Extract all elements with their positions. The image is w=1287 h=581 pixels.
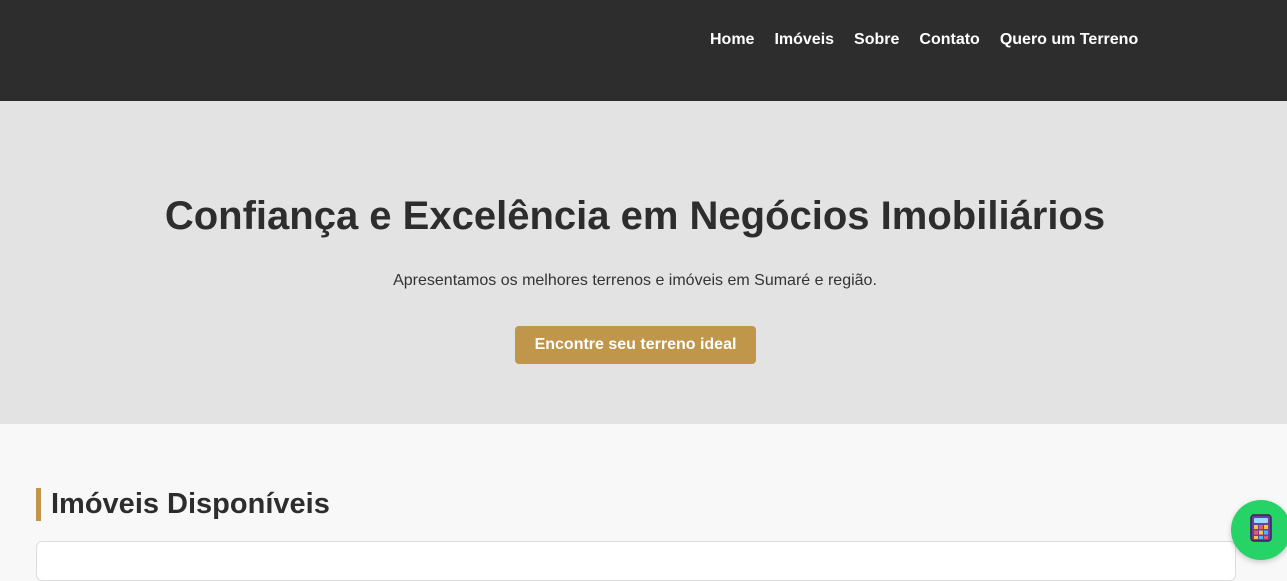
hero-title: Confiança e Excelência em Negócios Imobi… — [164, 194, 1106, 238]
hero-section: Confiança e Excelência em Negócios Imobi… — [0, 101, 1287, 424]
nav-link-quero-terreno[interactable]: Quero um Terreno — [1000, 31, 1138, 49]
calculator-icon — [1250, 513, 1272, 547]
find-terrain-button[interactable]: Encontre seu terreno ideal — [515, 326, 756, 364]
main-nav: Home Imóveis Sobre Contato Quero um Terr… — [710, 31, 1138, 49]
listings-section: Imóveis Disponíveis — [0, 424, 1287, 581]
floating-calculator-button[interactable] — [1231, 500, 1287, 560]
site-header: Home Imóveis Sobre Contato Quero um Terr… — [0, 0, 1287, 101]
nav-link-home[interactable]: Home — [710, 31, 754, 49]
nav-link-imoveis[interactable]: Imóveis — [774, 31, 834, 49]
nav-link-contato[interactable]: Contato — [919, 31, 979, 49]
hero-subtitle: Apresentamos os melhores terrenos e imóv… — [393, 272, 877, 289]
nav-link-sobre[interactable]: Sobre — [854, 31, 899, 49]
listings-card-container — [36, 541, 1236, 581]
listings-heading: Imóveis Disponíveis — [36, 488, 330, 521]
